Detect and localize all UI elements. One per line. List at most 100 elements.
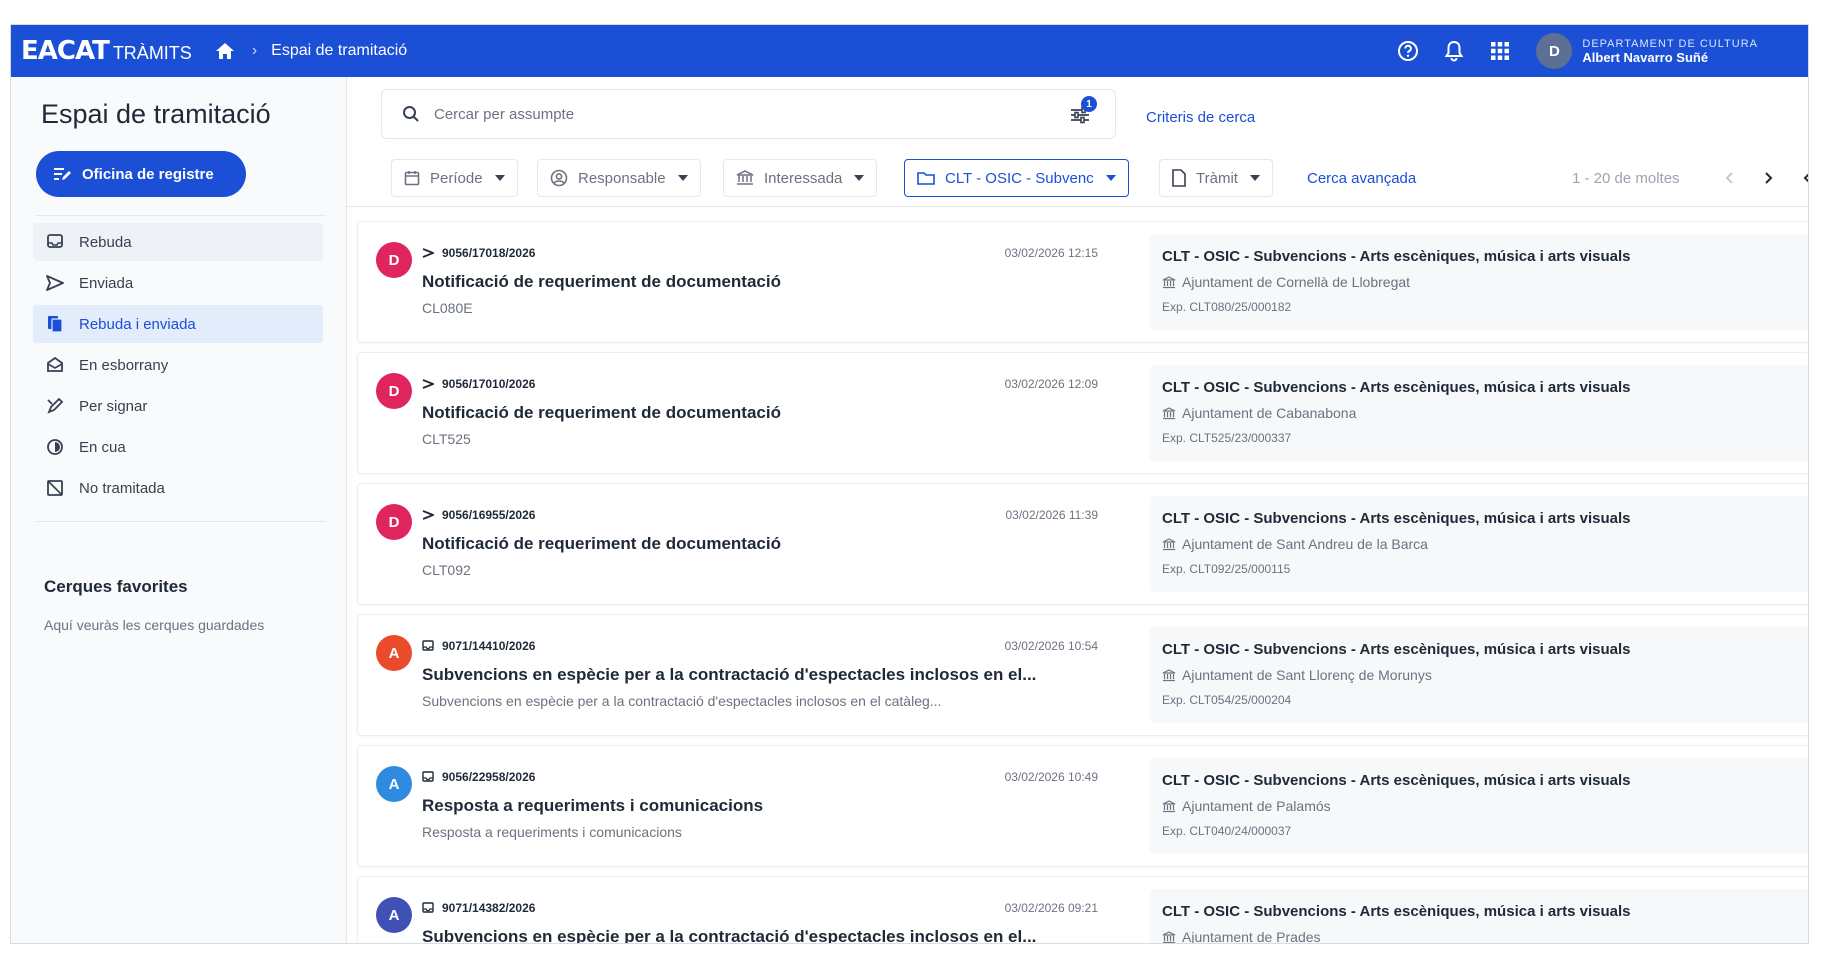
record-card[interactable]: A 9071/14382/2026 03/02/2026 09:21 Subvenci… — [357, 876, 1808, 943]
search-box: 1 — [381, 89, 1116, 139]
prev-page-button[interactable] — [1717, 165, 1741, 191]
institution-icon — [1162, 406, 1176, 420]
record-reference-text: 9056/17010/2026 — [442, 377, 536, 391]
record-expedient: Exp. CLT040/24/000037 — [1162, 824, 1292, 838]
record-subject[interactable]: Notificació de requeriment de documentac… — [422, 534, 1072, 554]
filter-procedure[interactable]: Tràmit — [1159, 159, 1273, 197]
sidebar-item-rebuda-i-enviada[interactable]: Rebuda i enviada — [33, 305, 323, 343]
sidebar-item-en-esborrany[interactable]: En esborrany — [33, 346, 323, 384]
sidebar-item-no-tramitada[interactable]: No tramitada — [33, 469, 323, 507]
record-procedure-panel: CLT - OSIC - Subvencions - Arts escèniqu… — [1150, 758, 1808, 854]
record-card[interactable]: A 9071/14410/2026 03/02/2026 10:54 Subvenci… — [357, 614, 1808, 736]
record-reference-text: 9056/16955/2026 — [442, 508, 536, 522]
sidebar-item-per-signar[interactable]: Per signar — [33, 387, 323, 425]
user-info[interactable]: DEPARTAMENT DE CULTURA Albert Navarro Su… — [1582, 37, 1758, 65]
sidebar-nav: Rebuda Enviada Rebuda i enviada En esbor… — [33, 223, 323, 510]
favorites-title: Cerques favorites — [44, 577, 188, 596]
send-icon — [422, 379, 434, 389]
sidebar-item-label: En cua — [79, 438, 126, 456]
record-reference-text: 9071/14410/2026 — [442, 639, 536, 653]
record-card[interactable]: D 9056/17010/2026 03/02/2026 12:09 Notifica… — [357, 352, 1808, 474]
filter-procedure-selected-label: CLT - OSIC - Subvenc — [945, 169, 1094, 187]
sidebar-item-label: Per signar — [79, 397, 148, 415]
record-subject[interactable]: Notificació de requeriment de documentac… — [422, 272, 1072, 292]
next-page-button[interactable] — [1757, 165, 1781, 191]
queue-icon — [45, 437, 65, 457]
logo-main-text: EACAT — [21, 36, 110, 66]
office-register-label: Oficina de registre — [82, 165, 214, 183]
filter-procedure-selected[interactable]: CLT - OSIC - Subvenc — [904, 159, 1129, 197]
sidebar-item-label: Enviada — [79, 274, 134, 292]
record-reference-text: 9056/17018/2026 — [442, 246, 536, 260]
sidebar-item-enviada[interactable]: Enviada — [33, 264, 323, 302]
caret-down-icon — [677, 175, 688, 181]
record-subject[interactable]: Notificació de requeriment de documentac… — [422, 403, 1072, 423]
help-icon[interactable] — [1394, 37, 1422, 65]
record-procedure-panel: CLT - OSIC - Subvencions - Arts escèniqu… — [1150, 234, 1808, 330]
filter-period[interactable]: Període — [391, 159, 518, 197]
calendar-icon — [404, 170, 420, 186]
record-subject[interactable]: Resposta a requeriments i comunicacions — [422, 796, 1072, 816]
filter-responsible[interactable]: Responsable — [537, 159, 701, 197]
app-logo[interactable]: EACAT TRÀMITS — [21, 36, 192, 66]
breadcrumb[interactable]: Espai de tramitació — [271, 42, 407, 60]
bell-icon[interactable] — [1440, 37, 1468, 65]
sidebar-item-label: Rebuda — [79, 233, 132, 251]
record-card[interactable]: A 9056/22958/2026 03/02/2026 10:49 Resposta… — [357, 745, 1808, 867]
inbox-icon — [45, 232, 65, 252]
sidebar-item-en-cua[interactable]: En cua — [33, 428, 323, 466]
search-criteria-link[interactable]: Criteris de cerca — [1146, 109, 1255, 126]
caret-down-icon — [854, 175, 865, 181]
sidebar-item-label: No tramitada — [79, 479, 165, 497]
home-icon[interactable] — [214, 40, 236, 62]
record-procedure-panel: CLT - OSIC - Subvencions - Arts escèniqu… — [1150, 889, 1808, 943]
record-reference-text: 9056/22958/2026 — [442, 770, 536, 784]
record-date: 03/02/2026 09:21 — [1004, 901, 1098, 915]
send-icon — [422, 248, 434, 258]
folder-icon — [917, 170, 935, 186]
record-procedure-panel: CLT - OSIC - Subvencions - Arts escèniqu… — [1150, 365, 1808, 461]
top-bar: EACAT TRÀMITS › Espai de tramitació D DE… — [11, 25, 1808, 77]
filter-settings-icon[interactable]: 1 — [1067, 96, 1097, 128]
filter-count-badge: 1 — [1081, 96, 1097, 112]
office-register-button[interactable]: Oficina de registre — [36, 151, 246, 197]
record-date: 03/02/2026 10:49 — [1004, 770, 1098, 784]
search-input[interactable] — [434, 105, 1034, 123]
apps-grid-icon[interactable] — [1486, 37, 1514, 65]
record-subtitle: CL080E — [422, 300, 473, 316]
record-procedure: CLT - OSIC - Subvencions - Arts escèniqu… — [1162, 903, 1631, 920]
user-avatar[interactable]: D — [1536, 33, 1573, 69]
record-subtitle: CLT092 — [422, 562, 471, 578]
record-subject[interactable]: Subvencions en espècie per a la contract… — [422, 665, 1072, 685]
divider — [36, 521, 326, 522]
filter-period-label: Període — [430, 169, 483, 187]
record-date: 03/02/2026 12:09 — [1004, 377, 1098, 391]
record-subject[interactable]: Subvencions en espècie per a la contract… — [422, 927, 1072, 943]
record-date: 03/02/2026 10:54 — [1004, 639, 1098, 653]
user-department: DEPARTAMENT DE CULTURA — [1582, 38, 1758, 50]
filter-interested[interactable]: Interessada — [723, 159, 878, 197]
record-card[interactable]: D 9056/17018/2026 03/02/2026 12:15 Notifica… — [357, 221, 1808, 343]
record-avatar: D — [376, 373, 412, 409]
user-name: Albert Navarro Suñé — [1582, 50, 1709, 65]
app-window: EACAT TRÀMITS › Espai de tramitació D DE… — [10, 24, 1809, 944]
pagination-info: 1 - 20 de moltes — [1572, 170, 1680, 187]
sidebar: Espai de tramitació Oficina de registre … — [11, 77, 347, 943]
record-reference: 9071/14410/2026 — [422, 639, 535, 653]
record-organization-text: Ajuntament de Palamós — [1182, 798, 1331, 814]
advanced-search-link[interactable]: Cerca avançada — [1307, 170, 1416, 187]
record-organization: Ajuntament de Sant Andreu de la Barca — [1162, 536, 1428, 552]
record-avatar: D — [376, 504, 412, 540]
institution-icon — [1162, 537, 1176, 551]
sidebar-item-label: En esborrany — [79, 356, 169, 374]
sidebar-item-rebuda[interactable]: Rebuda — [33, 223, 323, 261]
record-organization-text: Ajuntament de Cabanabona — [1182, 405, 1357, 421]
record-reference: 9056/22958/2026 — [422, 770, 535, 784]
record-card[interactable]: D 9056/16955/2026 03/02/2026 11:39 Notifica… — [357, 483, 1808, 605]
page-nav-partial[interactable] — [1795, 165, 1808, 191]
record-avatar: A — [376, 635, 412, 671]
record-procedure: CLT - OSIC - Subvencions - Arts escèniqu… — [1162, 248, 1631, 265]
divider — [36, 215, 326, 216]
caret-down-icon — [1249, 175, 1260, 181]
files-icon — [45, 314, 65, 334]
